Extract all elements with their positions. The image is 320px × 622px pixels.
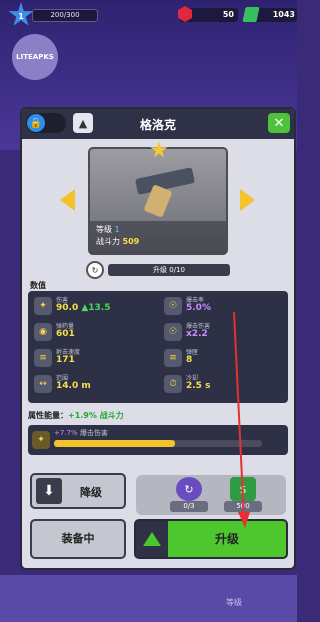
weapon-badge-icon: ↻ — [86, 261, 104, 279]
player-level: 1 — [18, 12, 24, 21]
magazine-icon: ≡ — [164, 349, 182, 367]
boost-detail-value: +7.7% — [54, 429, 78, 437]
top-hud: 1 200/300 50 1043 — [0, 0, 297, 30]
reload-icon: ⏱ — [164, 375, 182, 393]
downgrade-label: 降级 — [80, 486, 102, 499]
fire-rate-icon: ≡ — [34, 349, 52, 367]
stat-value: 8 — [186, 355, 193, 365]
cash-icon: $ — [230, 477, 256, 501]
prev-weapon-arrow-icon[interactable] — [60, 189, 75, 211]
stats-section-label: 数值 — [30, 281, 46, 290]
stat-ammo: ◉ 弹药量 601 — [34, 321, 154, 343]
range-icon: ↔ — [34, 375, 52, 393]
boost-progress-fill — [54, 440, 175, 447]
stat-damage: ✦ 伤害 90.0 ▲13.5 — [34, 295, 154, 317]
stat-crit-rate: ☉ 爆击率 5.0% — [164, 295, 284, 317]
upgrade-level-row: ↻ 升级 0/10 — [86, 261, 232, 279]
weapon-card: 等级 1 战斗力 509 — [88, 141, 228, 255]
power-value: 509 — [122, 237, 140, 246]
damage-value: 90.0 — [56, 303, 79, 313]
upgrade-cost-box: ↻ 0/3 $ 500 — [136, 475, 286, 515]
stat-value: 601 — [56, 329, 75, 339]
damage-icon: ✦ — [34, 297, 52, 315]
stat-value: 14.0 m — [56, 381, 91, 391]
stat-fire-rate: ≡ 射击速度 171 — [34, 347, 154, 369]
crit-damage-icon: ☉ — [164, 323, 182, 341]
close-button[interactable]: ✕ — [268, 113, 290, 133]
bottom-nav: 等级 — [0, 575, 297, 622]
weapon-panel: 🔒 ▲ 格洛克 ✕ 等级 1 战斗力 509 ↻ 升级 0/10 数值 ✦ 伤害… — [20, 107, 296, 570]
stat-value: 2.5 s — [186, 381, 211, 391]
damage-bonus: ▲13.5 — [81, 303, 111, 313]
stat-crit-damage: ☉ 爆击伤害 x2.2 — [164, 321, 284, 343]
bottom-nav-label: 等级 — [226, 598, 242, 607]
boost-detail: +7.7% 爆击伤害 — [54, 428, 108, 438]
cost-weapon-parts: ↻ 0/3 — [170, 477, 208, 513]
stat-value: 171 — [56, 355, 75, 365]
upgrade-button[interactable]: 升级 — [134, 519, 288, 559]
power-label: 战斗力 — [96, 237, 120, 246]
boost-label-text: 属性能量： — [28, 411, 68, 420]
boost-value: +1.9% 战斗力 — [68, 411, 124, 420]
xp-bar: 200/300 — [32, 9, 98, 22]
upgrade-label: 升级 — [214, 532, 239, 546]
stat-range: ↔ 范围 14.0 m — [34, 373, 154, 395]
crit-rate-icon: ☉ — [164, 297, 182, 315]
level-label: 等级 — [96, 225, 112, 234]
boost-progress-track — [54, 440, 262, 447]
weapon-title: 格洛克 — [139, 118, 176, 132]
ammo-icon: ◉ — [34, 323, 52, 341]
weapon-part-count: 0/3 — [170, 501, 208, 512]
stat-magazine: ≡ 弹匣 8 — [164, 347, 284, 369]
weapon-card-info: 等级 1 战斗力 509 — [90, 221, 226, 253]
boost-detail-name: 爆击伤害 — [79, 429, 108, 437]
boost-label: 属性能量：+1.9% 战斗力 — [28, 410, 124, 421]
stats-grid: ✦ 伤害 90.0 ▲13.5 ☉ 爆击率 5.0% ◉ 弹药量 601 ☉ 爆… — [28, 291, 288, 403]
damage-bonus-value: 13.5 — [88, 303, 111, 313]
player-level-star-icon[interactable]: 1 — [8, 2, 34, 26]
level-value: 1 — [114, 225, 120, 234]
downgrade-button[interactable]: ⬇ 降级 — [30, 473, 126, 509]
panel-header: 🔒 ▲ 格洛克 ✕ — [22, 109, 294, 139]
arrow-up-icon — [136, 521, 168, 557]
brand-logo: LITEAPKS — [12, 34, 58, 80]
boost-box: ✦ +7.7% 爆击伤害 — [28, 425, 288, 455]
boost-icon: ✦ — [32, 431, 50, 449]
stat-value: x2.2 — [186, 329, 208, 339]
rarity-star-icon — [150, 141, 168, 158]
cost-cash: $ 500 — [224, 477, 262, 513]
stat-value: 5.0% — [186, 303, 211, 313]
equipped-button[interactable]: 装备中 — [30, 519, 126, 559]
download-icon: ⬇ — [36, 478, 62, 504]
stat-reload: ⏱ 冷却 2.5 s — [164, 373, 284, 395]
stat-value: 90.0 ▲13.5 — [56, 303, 111, 313]
cash-cost: 500 — [224, 501, 262, 512]
upgrade-progress: 升级 0/10 — [108, 264, 230, 276]
next-weapon-arrow-icon[interactable] — [240, 189, 255, 211]
weapon-part-icon: ↻ — [176, 477, 202, 501]
